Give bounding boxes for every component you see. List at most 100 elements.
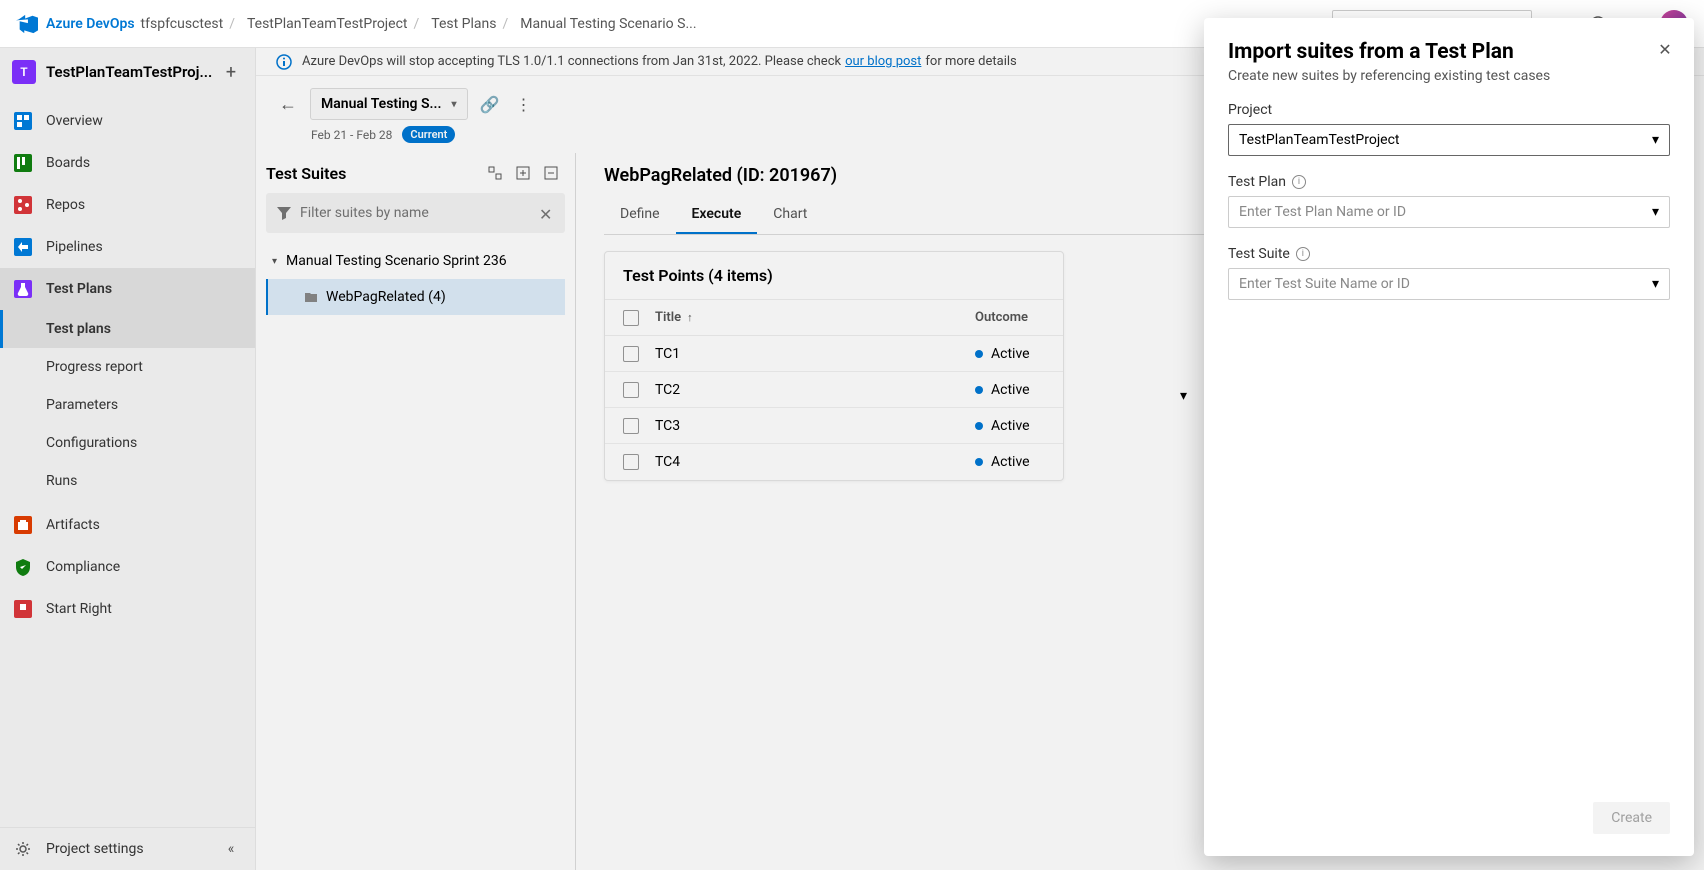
sidebar-item-boards[interactable]: Boards — [0, 142, 255, 184]
table-row[interactable]: TC2Active — [605, 372, 1063, 408]
testsuite-dropdown[interactable]: Enter Test Suite Name or ID ▾ — [1228, 268, 1670, 300]
testplan-placeholder: Enter Test Plan Name or ID — [1239, 204, 1406, 220]
add-suite-button[interactable] — [509, 159, 537, 187]
status-dot-icon — [975, 458, 983, 466]
sidebar-item-label: Artifacts — [46, 517, 100, 533]
table-row[interactable]: TC3Active — [605, 408, 1063, 444]
table-row[interactable]: TC1Active — [605, 336, 1063, 372]
info-icon[interactable]: i — [1296, 247, 1310, 261]
sidebar-item-artifacts[interactable]: Artifacts — [0, 504, 255, 546]
import-panel: ✕ Import suites from a Test Plan Create … — [1204, 18, 1694, 856]
row-outcome: Active — [975, 346, 1045, 362]
startright-icon — [12, 598, 34, 620]
expand-all-button[interactable] — [481, 159, 509, 187]
breadcrumb-org[interactable]: tfspfcusctest — [141, 16, 224, 32]
tree-title: Test Suites — [266, 164, 481, 183]
row-checkbox[interactable] — [623, 382, 639, 398]
card-title: Test Points (4 items) — [605, 252, 1063, 300]
sidebar-item-startright[interactable]: Start Right — [0, 588, 255, 630]
breadcrumb-section[interactable]: Test Plans — [431, 16, 496, 32]
sidebar-item-testplans[interactable]: Test Plans — [0, 268, 255, 310]
plan-name: Manual Testing S... — [321, 96, 441, 112]
project-row[interactable]: T TestPlanTeamTestProj... + — [0, 48, 255, 96]
brand-link[interactable]: Azure DevOps — [46, 16, 135, 32]
tab-define[interactable]: Define — [604, 196, 676, 234]
chevron-down-icon: ▾ — [1652, 276, 1659, 292]
remove-suite-button[interactable] — [537, 159, 565, 187]
sidebar-item-label: Start Right — [46, 601, 112, 617]
folder-icon — [304, 290, 318, 304]
filter-icon — [276, 205, 292, 221]
pipelines-icon — [12, 236, 34, 258]
sort-asc-icon: ↑ — [687, 311, 693, 324]
project-dropdown[interactable]: TestPlanTeamTestProject ▾ — [1228, 124, 1670, 156]
info-icon — [276, 54, 292, 70]
project-value: TestPlanTeamTestProject — [1239, 132, 1400, 148]
boards-icon — [12, 152, 34, 174]
subnav-progress[interactable]: Progress report — [0, 348, 255, 386]
tree-child-node[interactable]: WebPagRelated (4) — [266, 279, 565, 315]
repos-icon — [12, 194, 34, 216]
info-icon[interactable]: i — [1292, 175, 1306, 189]
current-badge: Current — [402, 126, 455, 143]
subnav-testplans[interactable]: Test plans — [0, 310, 255, 348]
plan-dropdown[interactable]: Manual Testing S... ▾ — [310, 88, 468, 120]
compliance-icon — [12, 556, 34, 578]
collapse-sidebar-button[interactable]: « — [219, 837, 243, 861]
breadcrumb-page[interactable]: Manual Testing Scenario S... — [520, 16, 696, 32]
testplan-dropdown[interactable]: Enter Test Plan Name or ID ▾ — [1228, 196, 1670, 228]
table-row[interactable]: TC4Active — [605, 444, 1063, 480]
back-button[interactable]: ← — [276, 92, 300, 116]
panel-subtitle: Create new suites by referencing existin… — [1228, 68, 1670, 84]
project-settings-link[interactable]: Project settings « — [0, 828, 255, 870]
select-all-checkbox[interactable] — [623, 310, 639, 326]
sidebar-item-overview[interactable]: Overview — [0, 100, 255, 142]
breadcrumb-project[interactable]: TestPlanTeamTestProject — [247, 16, 408, 32]
row-checkbox[interactable] — [623, 454, 639, 470]
notice-pre: Azure DevOps will stop accepting TLS 1.0… — [302, 54, 841, 69]
sidebar-item-label: Compliance — [46, 559, 120, 575]
row-title: TC1 — [655, 346, 975, 362]
close-button[interactable]: ✕ — [1652, 36, 1678, 62]
test-suites-panel: Test Suites ✕ ▾ Manual Testing Scenario … — [256, 153, 576, 870]
create-button[interactable]: Create — [1593, 802, 1670, 834]
testsuite-label: Test Suite i — [1228, 246, 1670, 262]
subnav-parameters[interactable]: Parameters — [0, 386, 255, 424]
testplan-label-text: Test Plan — [1228, 174, 1286, 190]
tab-execute[interactable]: Execute — [676, 196, 758, 234]
chevron-down-icon: ▾ — [451, 99, 456, 110]
sidebar: T TestPlanTeamTestProj... + Overview Boa… — [0, 48, 256, 870]
sidebar-item-label: Test Plans — [46, 281, 112, 297]
chevron-down-icon: ▾ — [1652, 204, 1659, 220]
project-label: Project — [1228, 102, 1670, 118]
sidebar-item-repos[interactable]: Repos — [0, 184, 255, 226]
row-outcome: Active — [975, 382, 1045, 398]
column-outcome[interactable]: Outcome — [975, 310, 1045, 325]
footer-label: Project settings — [46, 841, 144, 857]
row-checkbox[interactable] — [623, 346, 639, 362]
row-checkbox[interactable] — [623, 418, 639, 434]
copy-link-button[interactable]: 🔗 — [478, 92, 502, 116]
project-badge: T — [12, 60, 36, 84]
sidebar-item-pipelines[interactable]: Pipelines — [0, 226, 255, 268]
row-outcome: Active — [975, 418, 1045, 434]
column-title[interactable]: Title ↑ — [655, 310, 975, 325]
column-header-row: Title ↑ Outcome — [605, 300, 1063, 336]
add-button[interactable]: + — [219, 60, 243, 84]
sidebar-item-label: Overview — [46, 113, 103, 129]
gear-icon — [12, 838, 34, 860]
filter-input[interactable] — [300, 205, 539, 221]
filter-suites-box[interactable]: ✕ — [266, 193, 565, 233]
tree-root-node[interactable]: ▾ Manual Testing Scenario Sprint 236 — [266, 243, 565, 279]
clear-icon[interactable]: ✕ — [539, 205, 555, 221]
tab-chart[interactable]: Chart — [757, 196, 823, 234]
sidebar-item-compliance[interactable]: Compliance — [0, 546, 255, 588]
status-dot-icon — [975, 386, 983, 394]
subnav-runs[interactable]: Runs — [0, 462, 255, 500]
breadcrumb-separator: / — [229, 16, 235, 32]
column-title-label: Title — [655, 310, 681, 325]
notice-link[interactable]: our blog post — [845, 54, 921, 69]
more-actions-button[interactable]: ⋮ — [512, 92, 536, 116]
subnav-configurations[interactable]: Configurations — [0, 424, 255, 462]
dates-text: Feb 21 - Feb 28 — [311, 128, 392, 142]
